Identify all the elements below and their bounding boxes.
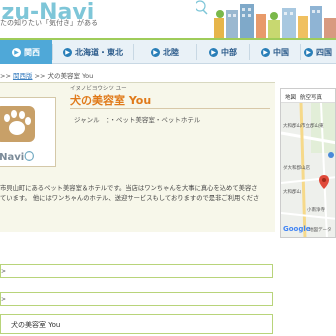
tab-map[interactable]: 地図 bbox=[281, 89, 296, 102]
map-label: 大和郡山 bbox=[283, 190, 301, 195]
site-tagline: たの知りたい「気付き」がある bbox=[0, 19, 98, 27]
field-marker: > bbox=[1, 268, 7, 275]
nav-item-chubu[interactable]: ▶ 中部 bbox=[197, 40, 249, 64]
nav-item-label: 中部 bbox=[221, 47, 237, 57]
field-value: 犬の美容室 You bbox=[11, 321, 61, 329]
shop-genre: ジャンル ：・ペット美容室・ペットホテル bbox=[74, 116, 201, 124]
name-underline bbox=[70, 108, 270, 109]
nav-item-hokkaido-tohoku[interactable]: ▶ 北海道・東北 bbox=[53, 40, 133, 64]
search-icon bbox=[196, 0, 206, 12]
map-label: 大和郡山市立郡山東 bbox=[283, 124, 324, 129]
tab-satellite[interactable]: 航空写真 bbox=[296, 89, 322, 102]
shop-logo-image: -Navi〇 bbox=[0, 97, 56, 167]
arrow-icon: ▶ bbox=[304, 47, 313, 57]
map-data-label: 地図データ bbox=[309, 228, 332, 233]
description-line: ています。 他にはワンちゃんのホテル、送迎サービスもしておりますので是非ご利用く… bbox=[0, 195, 260, 202]
map-label: 小南浄寺 bbox=[307, 208, 325, 213]
arrow-icon: ▶ bbox=[209, 47, 218, 57]
description-line: 市貝山町にあるペット美容室＆ホテルです。当店はワンちゃんを大事に真心を込めて美容… bbox=[0, 185, 258, 192]
shop-furigana: イヌノビヨウシツ ユー bbox=[70, 86, 127, 92]
breadcrumb-separator: >> bbox=[0, 72, 13, 80]
nav-item-label: 中国 bbox=[273, 47, 289, 57]
arrow-icon: ▶ bbox=[63, 47, 72, 57]
detail-field: > bbox=[0, 264, 273, 278]
arrow-icon: ▶ bbox=[12, 47, 21, 57]
logo-navi-text: -Navi〇 bbox=[0, 152, 35, 163]
nav-item-kansai[interactable]: ▶ 関西 bbox=[0, 40, 52, 64]
arrow-icon: ▶ bbox=[261, 47, 270, 57]
google-logo: Google bbox=[283, 225, 311, 233]
google-map[interactable]: 地図 航空写真 大和郡山市立郡山東 ダ大和郡山店 小南浄寺 大和郡山 Googl… bbox=[280, 88, 336, 238]
detail-field: > bbox=[0, 292, 273, 306]
nav-item-chugoku[interactable]: ▶ 中国 bbox=[250, 40, 300, 64]
map-type-tabs: 地図 航空写真 bbox=[281, 89, 335, 103]
field-marker: > bbox=[1, 296, 7, 303]
breadcrumb-current: 犬の美容室 You bbox=[47, 72, 94, 80]
map-pin-icon[interactable] bbox=[319, 175, 329, 189]
nav-item-hokuriku[interactable]: ▶ 北陸 bbox=[134, 40, 196, 64]
paw-icon bbox=[0, 106, 35, 142]
nav-item-label: 北海道・東北 bbox=[75, 47, 123, 57]
region-nav: ▶ 関西 ▶ 北海道・東北 ▶ 北陸 ▶ 中部 ▶ 中国 ▶ 四国 bbox=[0, 40, 336, 64]
city-skyline-illustration bbox=[196, 0, 336, 38]
nav-item-label: 関西 bbox=[24, 47, 40, 57]
nav-item-label: 四国 bbox=[316, 47, 332, 57]
nav-item-shikoku[interactable]: ▶ 四国 bbox=[301, 40, 336, 64]
breadcrumb-separator: >> bbox=[32, 72, 48, 80]
map-label: ダ大和郡山店 bbox=[283, 166, 310, 171]
detail-field-shop-name: 犬の美容室 You bbox=[0, 314, 273, 334]
shop-name: 犬の美容室 You bbox=[70, 94, 152, 107]
breadcrumb-link-kansai[interactable]: 関西版 bbox=[13, 72, 33, 80]
arrow-icon: ▶ bbox=[151, 47, 160, 57]
breadcrumb: >> 関西版 >> 犬の美容室 You bbox=[0, 70, 93, 80]
site-header: izu-Navi たの知りたい「気付き」がある bbox=[0, 0, 336, 40]
shop-description: 市貝山町にあるペット美容室＆ホテルです。当店はワンちゃんを大事に真心を込めて美容… bbox=[0, 184, 272, 204]
nav-item-label: 北陸 bbox=[163, 47, 179, 57]
